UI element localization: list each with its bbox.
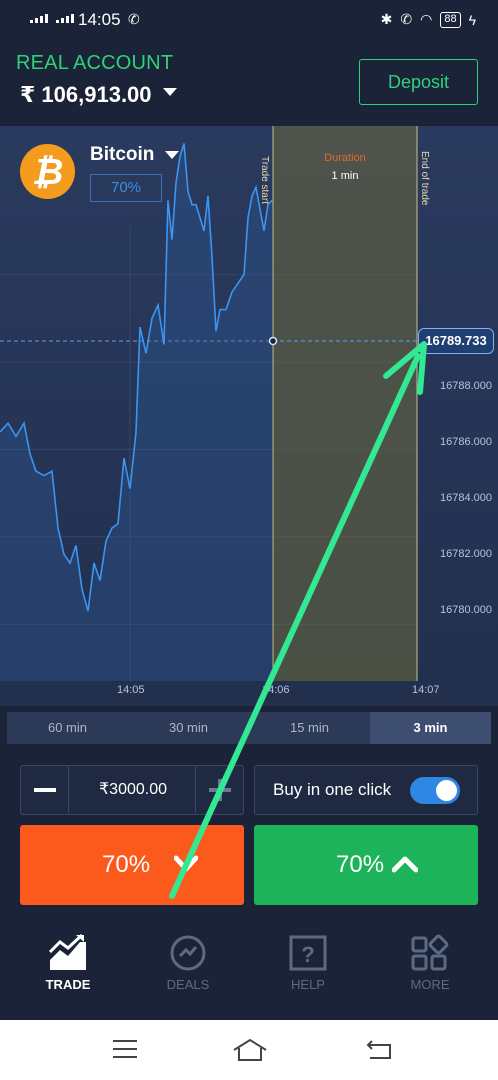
y-tick: 16782.000 bbox=[440, 548, 492, 560]
chevron-down-icon bbox=[174, 855, 198, 872]
timeframe-60-min[interactable]: 60 min bbox=[7, 712, 128, 744]
help-icon: ? bbox=[289, 935, 327, 971]
duration-label: Duration bbox=[324, 152, 366, 164]
nav-trade-label: TRADE bbox=[45, 977, 91, 992]
account-header: REAL ACCOUNT ₹ 106,913.00 Deposit bbox=[0, 40, 498, 126]
one-click-label: Buy in one click bbox=[273, 780, 392, 799]
nav-help-label: HELP bbox=[291, 977, 325, 992]
chevron-down-icon[interactable] bbox=[165, 151, 179, 159]
charging-icon: ϟ bbox=[468, 11, 476, 28]
signal-icon bbox=[30, 14, 48, 23]
svg-text:?: ? bbox=[301, 942, 314, 967]
trade-start-label: Trade start bbox=[259, 156, 270, 204]
asset-name[interactable]: Bitcoin bbox=[90, 144, 154, 166]
duration-zone bbox=[273, 126, 417, 681]
timeframe-selector: 60 min 30 min 15 min 3 min bbox=[7, 712, 491, 744]
status-time: 14:05 bbox=[78, 10, 121, 29]
nav-trade[interactable]: TRADE bbox=[18, 920, 118, 1020]
one-click-toggle[interactable] bbox=[410, 777, 460, 804]
duration-value: 1 min bbox=[331, 170, 359, 182]
chevron-up-icon bbox=[392, 856, 418, 873]
bottom-nav: TRADE DEALS ? HELP MORE bbox=[0, 920, 498, 1020]
signal-icon-2 bbox=[56, 14, 74, 23]
timeframe-3-min[interactable]: 3 min bbox=[370, 712, 491, 744]
whatsapp-icon: ✆ bbox=[128, 11, 140, 27]
price-chart[interactable]: ₿ Bitcoin 70% Trade start End of trade D… bbox=[0, 126, 498, 706]
timeframe-30-min[interactable]: 30 min bbox=[128, 712, 249, 744]
asset-payout-badge: 70% bbox=[90, 174, 162, 202]
bluetooth-icon: ✱ bbox=[380, 11, 393, 27]
nav-deals-label: DEALS bbox=[166, 977, 210, 992]
account-type-label[interactable]: REAL ACCOUNT bbox=[16, 52, 173, 75]
amount-input[interactable]: ₹3000.00 bbox=[69, 766, 197, 813]
nav-more[interactable]: MORE bbox=[380, 920, 480, 1020]
chart-trend-icon bbox=[48, 934, 86, 970]
nav-deals[interactable]: DEALS bbox=[138, 920, 238, 1020]
chart-svg bbox=[0, 126, 418, 681]
down-payout-label: 70% bbox=[102, 851, 151, 878]
current-price-badge: 16789.733 bbox=[418, 328, 494, 354]
nav-more-label: MORE bbox=[410, 977, 450, 992]
amount-stepper: ₹3000.00 bbox=[20, 765, 244, 815]
grid-more-icon bbox=[411, 934, 449, 971]
trade-down-button[interactable]: 70% bbox=[20, 825, 244, 905]
call-icon: ✆ bbox=[400, 11, 413, 27]
x-tick: 14:07 bbox=[412, 684, 440, 696]
wifi-icon: ◠ bbox=[420, 11, 433, 27]
home-icon[interactable] bbox=[232, 1038, 268, 1062]
system-nav-bar bbox=[0, 1020, 498, 1080]
y-tick: 16788.000 bbox=[440, 380, 492, 392]
back-icon[interactable] bbox=[366, 1038, 392, 1060]
bitcoin-icon[interactable]: ₿ bbox=[20, 144, 75, 199]
end-of-trade-label: End of trade bbox=[419, 151, 430, 206]
nav-help[interactable]: ? HELP bbox=[258, 920, 358, 1020]
x-tick: 14:05 bbox=[117, 684, 145, 696]
one-click-toggle-row: Buy in one click bbox=[254, 765, 478, 815]
status-bar: 14:05 ✆ ✱ ✆ ◠ 88 ϟ bbox=[0, 0, 498, 40]
y-tick: 16780.000 bbox=[440, 604, 492, 616]
y-tick: 16786.000 bbox=[440, 436, 492, 448]
deposit-button[interactable]: Deposit bbox=[359, 59, 478, 105]
y-tick: 16784.000 bbox=[440, 492, 492, 504]
up-payout-label: 70% bbox=[336, 851, 385, 878]
timeframe-15-min[interactable]: 15 min bbox=[249, 712, 370, 744]
minus-button[interactable] bbox=[21, 766, 69, 813]
deals-icon bbox=[170, 935, 206, 971]
menu-icon[interactable] bbox=[112, 1038, 138, 1060]
x-tick: 14:06 bbox=[262, 684, 290, 696]
battery-icon: 88 bbox=[440, 11, 461, 28]
plus-button[interactable] bbox=[195, 766, 243, 813]
toggle-knob bbox=[436, 780, 457, 801]
chevron-down-icon[interactable] bbox=[163, 88, 177, 96]
account-balance[interactable]: ₹ 106,913.00 bbox=[20, 82, 152, 108]
current-price-dot bbox=[268, 336, 278, 346]
trade-up-button[interactable]: 70% bbox=[254, 825, 478, 905]
